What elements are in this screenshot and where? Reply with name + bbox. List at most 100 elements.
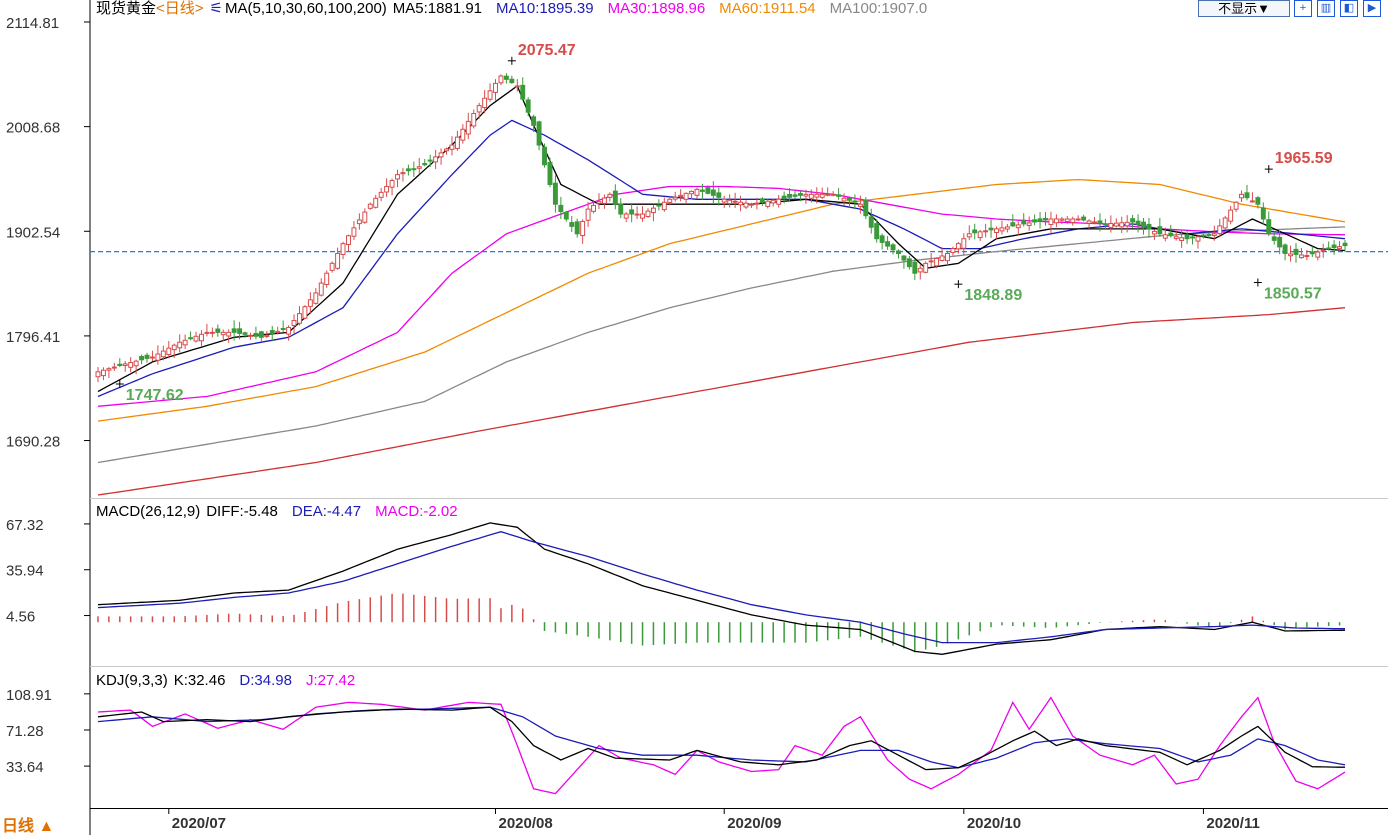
candle-body	[351, 227, 357, 237]
candle-body	[324, 272, 330, 285]
candle-body	[689, 190, 695, 195]
candle-body	[280, 327, 286, 330]
candle-body	[542, 146, 547, 166]
candle-body	[879, 235, 885, 243]
candle-body	[1141, 221, 1146, 228]
candle-body	[264, 334, 270, 337]
candle-body	[1151, 230, 1157, 235]
candle-body	[1260, 207, 1266, 220]
candle-body	[1048, 218, 1054, 225]
candle-body	[830, 193, 836, 196]
candle-body	[465, 120, 471, 135]
candle-body	[759, 198, 765, 203]
candle-body	[444, 148, 449, 152]
period-switch-button[interactable]: 日线 ▲	[2, 812, 54, 836]
ma-line-ma100	[97, 226, 1346, 464]
candle-body	[1309, 251, 1315, 255]
candle-body	[1168, 232, 1174, 237]
candle-body	[237, 328, 243, 334]
extreme-label: 1747.62	[126, 387, 184, 404]
candle-body	[335, 252, 341, 269]
candle-body	[1124, 221, 1130, 227]
candle-body	[890, 244, 896, 251]
candle-body	[1173, 236, 1179, 240]
candle-body	[906, 258, 912, 268]
candle-body	[1037, 218, 1043, 222]
candle-body	[177, 341, 183, 349]
candle-body	[373, 197, 379, 208]
candle-body	[683, 192, 689, 200]
candle-body	[1222, 217, 1228, 229]
candle-body	[591, 204, 596, 212]
candle-body	[313, 292, 319, 304]
candle-body	[634, 213, 640, 216]
candle-body	[269, 329, 275, 334]
candle-body	[672, 196, 678, 200]
candle-body	[563, 211, 569, 220]
candle-body	[1304, 254, 1310, 258]
candle-body	[1195, 236, 1201, 242]
candle-body	[389, 180, 395, 188]
macd-y-tick-label: 4.56	[6, 609, 35, 626]
candle-body	[258, 331, 264, 338]
x-tick-label: 2020/10	[967, 815, 1021, 832]
x-tick-label: 2020/08	[499, 815, 553, 832]
candle-body	[1010, 222, 1016, 227]
main-y-tick-label: 2008.68	[6, 120, 60, 137]
candle-body	[748, 203, 754, 206]
candle-body	[1239, 193, 1244, 199]
candle-body	[1081, 216, 1087, 221]
candle-body	[917, 267, 923, 273]
candle-body	[972, 229, 978, 234]
candle-body	[1271, 236, 1277, 241]
candle-body	[416, 166, 422, 169]
candle-body	[106, 368, 112, 371]
candle-body	[819, 193, 825, 198]
candle-body	[536, 121, 542, 146]
candle-body	[955, 243, 961, 250]
candle-body	[1086, 220, 1092, 224]
candle-body	[1211, 233, 1217, 236]
candle-body	[405, 168, 411, 172]
candle-body	[1064, 218, 1070, 222]
candle-body	[1277, 236, 1283, 248]
candle-body	[199, 333, 204, 342]
candle-body	[1157, 226, 1163, 235]
candle-body	[765, 200, 771, 207]
main-y-tick-label: 1796.41	[6, 329, 60, 346]
chart-root: 现货黄金<日线> ⚟ MA(5,10,30,60,100,200) MA5:1881.…	[0, 0, 1388, 835]
candle-body	[787, 193, 793, 198]
main-y-tick-label: 1902.54	[6, 224, 60, 241]
candle-body	[667, 198, 673, 203]
chart-canvas[interactable]: 2114.81 2008.68 1902.54 1796.41 1690.28 67.32…	[0, 0, 1388, 835]
candle-body	[699, 189, 705, 192]
candle-body	[1206, 234, 1212, 237]
ma-line-ma5	[97, 84, 1346, 393]
candle-body	[885, 241, 891, 247]
candle-body	[460, 128, 466, 141]
candle-body	[1070, 218, 1076, 223]
candle-body	[493, 82, 498, 93]
candle-body	[776, 198, 782, 205]
candle-body	[291, 320, 297, 326]
kdj-y-tick-label: 71.28	[6, 723, 44, 740]
candle-body	[847, 197, 852, 201]
candle-body	[983, 230, 989, 233]
candle-body	[1298, 254, 1304, 259]
ma-line-ma60	[97, 178, 1346, 422]
candle-body	[498, 75, 504, 84]
candle-body	[1293, 248, 1299, 255]
candle-body	[901, 255, 907, 261]
candle-body	[362, 211, 368, 223]
candle-body	[640, 213, 646, 219]
candle-body	[770, 199, 776, 204]
candle-body	[531, 116, 537, 126]
candle-body	[220, 331, 226, 336]
candle-body	[100, 369, 106, 377]
candle-body	[1266, 219, 1272, 235]
candle-body	[166, 347, 172, 356]
candle-body	[939, 255, 945, 261]
candle-body	[427, 159, 433, 162]
candle-body	[650, 207, 656, 214]
candle-body	[1288, 253, 1294, 257]
